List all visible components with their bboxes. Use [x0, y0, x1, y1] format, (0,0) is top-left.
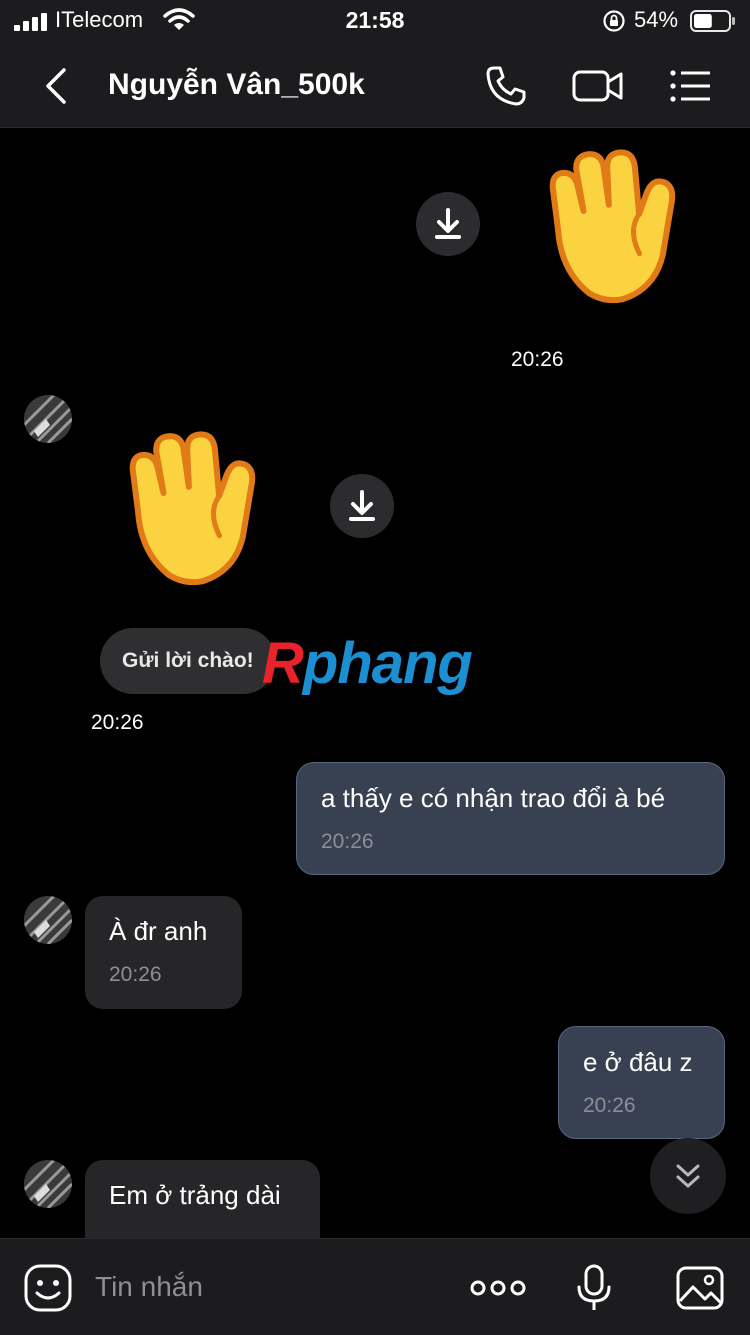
avatar[interactable]	[24, 395, 72, 443]
contact-name[interactable]: Nguyễn Vân_500k	[108, 68, 365, 102]
image-gallery-icon[interactable]	[675, 1263, 725, 1313]
more-dots-icon[interactable]	[470, 1263, 526, 1313]
scroll-to-bottom-button[interactable]	[650, 1138, 726, 1214]
chat-header: Nguyễn Vân_500k	[0, 44, 750, 128]
battery-icon	[690, 10, 735, 32]
message-time: 20:26	[511, 348, 564, 371]
message-time: 20:26	[109, 963, 162, 986]
message-text: Em ở trảng dài	[109, 1180, 281, 1210]
message-composer: Tin nhắn	[0, 1238, 750, 1335]
menu-list-icon[interactable]	[668, 64, 712, 108]
double-chevron-down-icon	[676, 1164, 700, 1188]
battery-percentage: 54%	[634, 7, 679, 32]
download-icon	[349, 490, 375, 521]
avatar[interactable]	[24, 1160, 72, 1208]
download-button[interactable]	[330, 474, 394, 538]
waving-hand-sticker[interactable]	[110, 424, 280, 594]
watermark-part2: phang	[302, 631, 473, 696]
message-time: 20:26	[91, 711, 144, 734]
status-bar: ITelecom 21:58 54%	[0, 0, 750, 44]
message-time: 20:26	[583, 1094, 636, 1117]
rotation-lock-icon	[603, 10, 625, 32]
watermark-logo: Rphang	[262, 630, 473, 697]
phone-icon[interactable]	[484, 64, 528, 108]
avatar-image	[24, 395, 72, 443]
outgoing-message-bubble[interactable]: e ở đâu z 20:26	[558, 1026, 725, 1139]
microphone-icon[interactable]	[569, 1263, 619, 1313]
back-chevron-icon[interactable]	[40, 66, 76, 106]
message-text: e ở đâu z	[583, 1047, 693, 1077]
watermark-part1: R	[262, 631, 304, 696]
video-camera-icon[interactable]	[572, 64, 624, 108]
message-text: À đr anh	[109, 916, 208, 946]
incoming-message-bubble[interactable]: À đr anh 20:26	[85, 896, 242, 1009]
message-input[interactable]: Tin nhắn	[95, 1271, 203, 1303]
download-button[interactable]	[416, 192, 480, 256]
message-text: a thấy e có nhận trao đổi à bé	[321, 783, 666, 813]
waving-hand-sticker[interactable]	[530, 142, 700, 312]
greeting-chip[interactable]: Gửi lời chào!	[100, 628, 276, 694]
outgoing-message-bubble[interactable]: a thấy e có nhận trao đổi à bé 20:26	[296, 762, 725, 875]
sticker-smile-icon[interactable]	[23, 1263, 73, 1313]
avatar[interactable]	[24, 896, 72, 944]
message-time: 20:26	[321, 830, 374, 853]
download-icon	[435, 208, 461, 239]
avatar-image	[24, 1160, 72, 1208]
avatar-image	[24, 896, 72, 944]
